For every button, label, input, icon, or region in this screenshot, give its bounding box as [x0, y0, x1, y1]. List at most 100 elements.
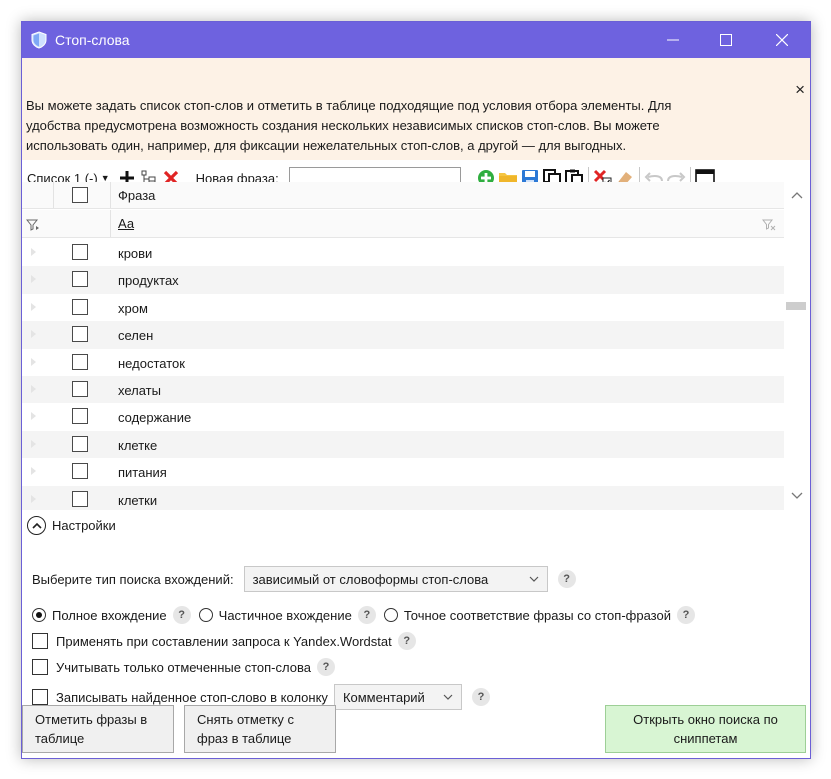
search-type-select[interactable]: зависимый от словоформы стоп-слова [243, 566, 548, 592]
row-phrase: содержание [118, 410, 192, 426]
row-checkbox[interactable] [72, 435, 88, 452]
expand-arrow-icon [31, 302, 36, 311]
row-phrase: хром [118, 300, 148, 316]
expand-arrow-icon [31, 384, 36, 393]
window-title: Стоп-слова [55, 32, 130, 48]
maximize-button[interactable] [703, 22, 749, 58]
row-checkbox[interactable] [72, 244, 88, 260]
filter-row: Аа [22, 210, 784, 238]
scroll-down-icon[interactable] [791, 492, 803, 500]
column-select[interactable]: Комментарий [333, 684, 462, 710]
settings-label: Настройки [52, 518, 116, 533]
unmark-phrases-button[interactable]: Снять отметку с фраз в таблице [184, 705, 336, 753]
table-row[interactable]: крови [22, 239, 784, 266]
table-row[interactable]: хром [22, 294, 784, 321]
info-text-line-3: использовать один, например, для фиксаци… [26, 138, 627, 153]
help-icon[interactable]: ? [316, 658, 335, 676]
row-phrase: клетке [118, 437, 158, 453]
clear-filter-icon[interactable] [762, 219, 776, 231]
help-icon[interactable]: ? [676, 606, 695, 624]
info-text-line-1: Вы можете задать список стоп-слов и отме… [26, 98, 672, 113]
radio-full-label: Полное вхождение [52, 607, 167, 623]
row-phrase: хелаты [118, 382, 161, 398]
mark-button-line-2: таблице [35, 731, 85, 746]
grid-header: Фраза [22, 182, 784, 209]
chevron-down-icon [443, 694, 453, 700]
expand-arrow-icon [31, 248, 36, 256]
settings-toggle[interactable]: Настройки [27, 516, 116, 535]
row-phrase: продуктах [118, 273, 179, 289]
mark-button-line-1: Отметить фразы в [35, 712, 148, 727]
help-icon[interactable]: ? [557, 570, 576, 588]
search-type-value: зависимый от словоформы стоп-слова [252, 571, 489, 587]
row-checkbox[interactable] [72, 326, 88, 343]
write-column-label: Записывать найденное стоп-слово в колонк… [56, 689, 328, 705]
table-row[interactable]: хелаты [22, 375, 784, 404]
table-row[interactable]: содержание [22, 403, 784, 430]
table-row[interactable]: селен [22, 321, 784, 349]
filter-icon[interactable] [26, 219, 40, 231]
grid-scrollbar[interactable] [784, 182, 810, 510]
only-marked-row: Учитывать только отмеченные стоп-слова ? [32, 658, 335, 676]
row-checkbox[interactable] [72, 490, 88, 507]
write-column-checkbox[interactable] [32, 689, 48, 705]
filter-text[interactable]: Аа [118, 216, 134, 231]
grid-rows: крови продуктах хром селен недостаток хе… [22, 239, 784, 510]
row-checkbox[interactable] [72, 463, 88, 480]
expand-arrow-icon [31, 439, 36, 448]
info-banner: Вы можете задать список стоп-слов и отме… [22, 58, 810, 160]
table-row[interactable]: продуктах [22, 266, 784, 294]
expand-arrow-icon [31, 275, 36, 284]
expand-arrow-icon [31, 467, 36, 476]
only-marked-checkbox[interactable] [32, 659, 48, 675]
snippets-button-line-1: Открыть окно поиска по [633, 712, 778, 727]
open-snippets-search-button[interactable]: Открыть окно поиска по сниппетам [605, 705, 806, 753]
shield-icon [31, 31, 47, 49]
table-row[interactable]: клетки [22, 485, 784, 510]
close-button[interactable] [759, 22, 805, 58]
title-bar: Стоп-слова [22, 22, 810, 58]
wordstat-checkbox[interactable] [32, 633, 48, 649]
search-type-row: Выберите тип поиска вхождений: зависимый… [32, 566, 576, 592]
row-phrase: питания [118, 465, 167, 481]
column-header-phrase[interactable]: Фраза [118, 188, 155, 203]
scrollbar-thumb[interactable] [786, 302, 806, 310]
info-close-icon[interactable]: × [795, 80, 805, 100]
table-row[interactable]: питания [22, 458, 784, 485]
radio-exact-match[interactable] [383, 608, 398, 622]
column-separator [110, 182, 111, 208]
radio-full-match[interactable] [32, 608, 46, 622]
match-mode-row: Полное вхождение ? Частичное вхождение ?… [32, 606, 695, 624]
phrases-grid: Фраза Аа крови продуктах хром селен недо… [22, 182, 784, 510]
table-row[interactable]: клетке [22, 430, 784, 459]
row-checkbox[interactable] [72, 271, 88, 288]
row-checkbox[interactable] [72, 408, 88, 425]
radio-partial-label: Частичное вхождение [218, 607, 352, 623]
row-phrase: селен [118, 328, 154, 344]
wordstat-row: Применять при составлении запроса к Yand… [32, 632, 416, 650]
expand-arrow-icon [31, 412, 36, 421]
table-row[interactable]: недостаток [22, 349, 784, 376]
column-separator [53, 182, 54, 208]
minimize-button[interactable] [650, 22, 696, 58]
wordstat-label: Применять при составлении запроса к Yand… [56, 633, 392, 649]
mark-phrases-button[interactable]: Отметить фразы в таблице [22, 705, 174, 753]
scroll-up-icon[interactable] [791, 191, 803, 199]
row-checkbox[interactable] [72, 353, 88, 370]
help-icon[interactable]: ? [172, 606, 191, 624]
row-checkbox[interactable] [72, 298, 88, 315]
row-phrase: клетки [118, 492, 158, 508]
close-icon [776, 34, 788, 46]
snippets-button-line-2: сниппетам [673, 731, 738, 746]
chevron-up-icon [27, 516, 46, 535]
unmark-button-line-1: Снять отметку с [197, 712, 294, 727]
select-all-checkbox[interactable] [72, 187, 88, 203]
row-checkbox[interactable] [72, 380, 88, 397]
expand-arrow-icon [31, 357, 36, 366]
radio-partial-match[interactable] [198, 608, 213, 622]
info-text-line-2: удобства предусмотрена возможность созда… [26, 118, 660, 133]
expand-arrow-icon [31, 330, 36, 339]
help-icon[interactable]: ? [471, 688, 490, 706]
help-icon[interactable]: ? [357, 606, 376, 624]
help-icon[interactable]: ? [397, 632, 416, 650]
